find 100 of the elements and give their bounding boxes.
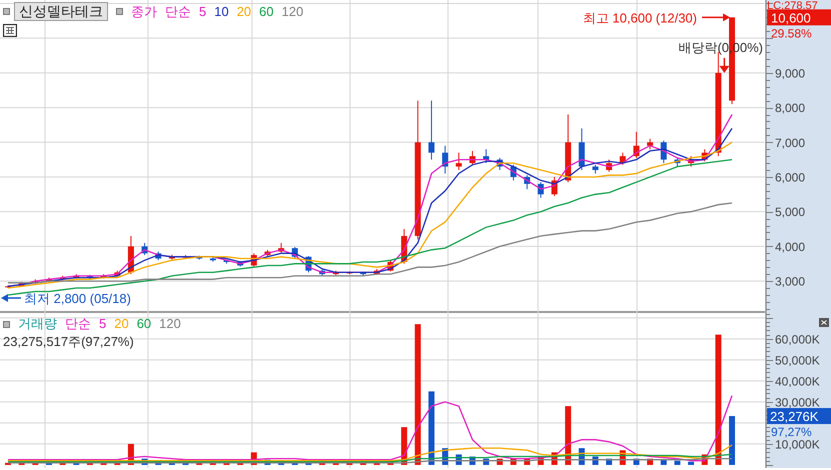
axis-label: 9,000 [775, 66, 806, 80]
candlestick [46, 277, 52, 282]
volume-bar [114, 462, 120, 465]
arrow [702, 13, 730, 22]
axis-label: 5,000 [775, 205, 806, 220]
candlestick [620, 152, 626, 166]
candlestick [278, 242, 284, 254]
volume-bar [565, 406, 572, 465]
volume-bar [5, 462, 11, 465]
volume-summary: 23,275,517주(97,27%) [3, 333, 135, 351]
candlestick [250, 252, 257, 267]
legend-label: 단순 [165, 2, 191, 20]
candlestick [578, 128, 585, 171]
legend-label: 20 [114, 315, 129, 333]
square-icon [3, 320, 10, 328]
candlestick [674, 157, 680, 168]
candlestick [456, 152, 462, 171]
legend-label: 거래량 [18, 315, 57, 333]
candlestick [360, 271, 366, 276]
candlestick [606, 159, 612, 172]
axis-label: 8,000 [775, 101, 806, 116]
candlestick [264, 249, 271, 258]
legend-label: 5 [199, 2, 206, 20]
stock-name-button[interactable]: 신성델타테크 [14, 2, 108, 21]
volume-bar [32, 462, 38, 465]
candlestick [155, 251, 162, 261]
axis-label: 30,000K [775, 395, 820, 410]
volume-bar [674, 460, 680, 465]
candlestick [702, 148, 708, 162]
candlestick [688, 156, 694, 168]
candlestick [428, 100, 434, 160]
candlestick [237, 260, 244, 267]
candlestick [633, 131, 640, 158]
candlestick [592, 164, 598, 174]
table-icon[interactable] [3, 24, 17, 37]
candlestick [346, 270, 352, 275]
axis-label: 7,000 [775, 136, 806, 150]
legend-label: 60 [259, 2, 274, 20]
current-volume-label: 23,276K [767, 408, 831, 424]
volume-bar [660, 460, 667, 465]
volume-bar [237, 462, 244, 465]
volume-bar [168, 462, 175, 465]
axis-label: 40,000K [775, 374, 820, 388]
volume-bar [292, 462, 298, 465]
square-icon [116, 8, 123, 15]
candlestick [401, 228, 408, 264]
current-price-label: 10,600 [767, 9, 831, 26]
candlestick [374, 268, 380, 276]
candlestick [332, 270, 339, 276]
change-percent: 29.58% [771, 26, 812, 40]
close-button[interactable] [819, 318, 829, 327]
volume-bar [306, 462, 312, 465]
volume-bar [86, 462, 93, 465]
candlestick [210, 256, 216, 262]
volume-bar [688, 462, 694, 465]
candlestick [660, 140, 667, 164]
axis-label: 60,000K [775, 332, 820, 346]
volume-ratio: 97,27% [771, 425, 812, 440]
arrow [1, 294, 21, 302]
candlestick [224, 259, 230, 264]
volume-bar [346, 462, 352, 465]
chart-annotation: 최고 10,600 (12/30) [582, 10, 697, 26]
legend-label: 120 [282, 2, 304, 20]
axis-label: LC:278.57 [767, 0, 818, 12]
volume-bar [46, 462, 52, 465]
legend-label: 5 [99, 315, 106, 333]
volume-bar [182, 462, 189, 465]
volume-bar [100, 462, 107, 465]
volume-bar [224, 462, 230, 465]
candlestick [18, 281, 25, 288]
volume-bar [60, 462, 66, 465]
volume-bar [18, 462, 25, 465]
candlestick [73, 274, 80, 279]
candlestick [647, 138, 654, 150]
candlestick [510, 164, 516, 181]
legend-label: 120 [159, 315, 181, 333]
arrow [719, 58, 730, 73]
candlestick [196, 255, 202, 260]
candlestick [469, 150, 476, 166]
candlestick [60, 275, 66, 281]
candlestick [319, 269, 326, 276]
candlestick [32, 278, 38, 284]
volume-bar [360, 462, 366, 465]
candlestick [100, 274, 107, 279]
candlestick [292, 246, 298, 260]
candlestick [565, 114, 572, 183]
axis-label: 50,000K [775, 353, 820, 368]
candlestick [142, 242, 148, 256]
candlestick [114, 270, 120, 278]
volume-bar [73, 462, 80, 465]
legend-label: 단순 [65, 315, 91, 333]
volume-bar [729, 416, 735, 465]
volume-bar [210, 462, 216, 465]
legend-label: 60 [136, 315, 152, 333]
axis-label: 4,000 [775, 240, 806, 254]
chart-annotation: 최저 2,800 (05/18) [24, 291, 131, 306]
axis-label: 3,000 [775, 274, 806, 289]
legend-label: 종가 [131, 2, 157, 20]
candlestick [182, 254, 189, 260]
candlestick [538, 182, 544, 198]
